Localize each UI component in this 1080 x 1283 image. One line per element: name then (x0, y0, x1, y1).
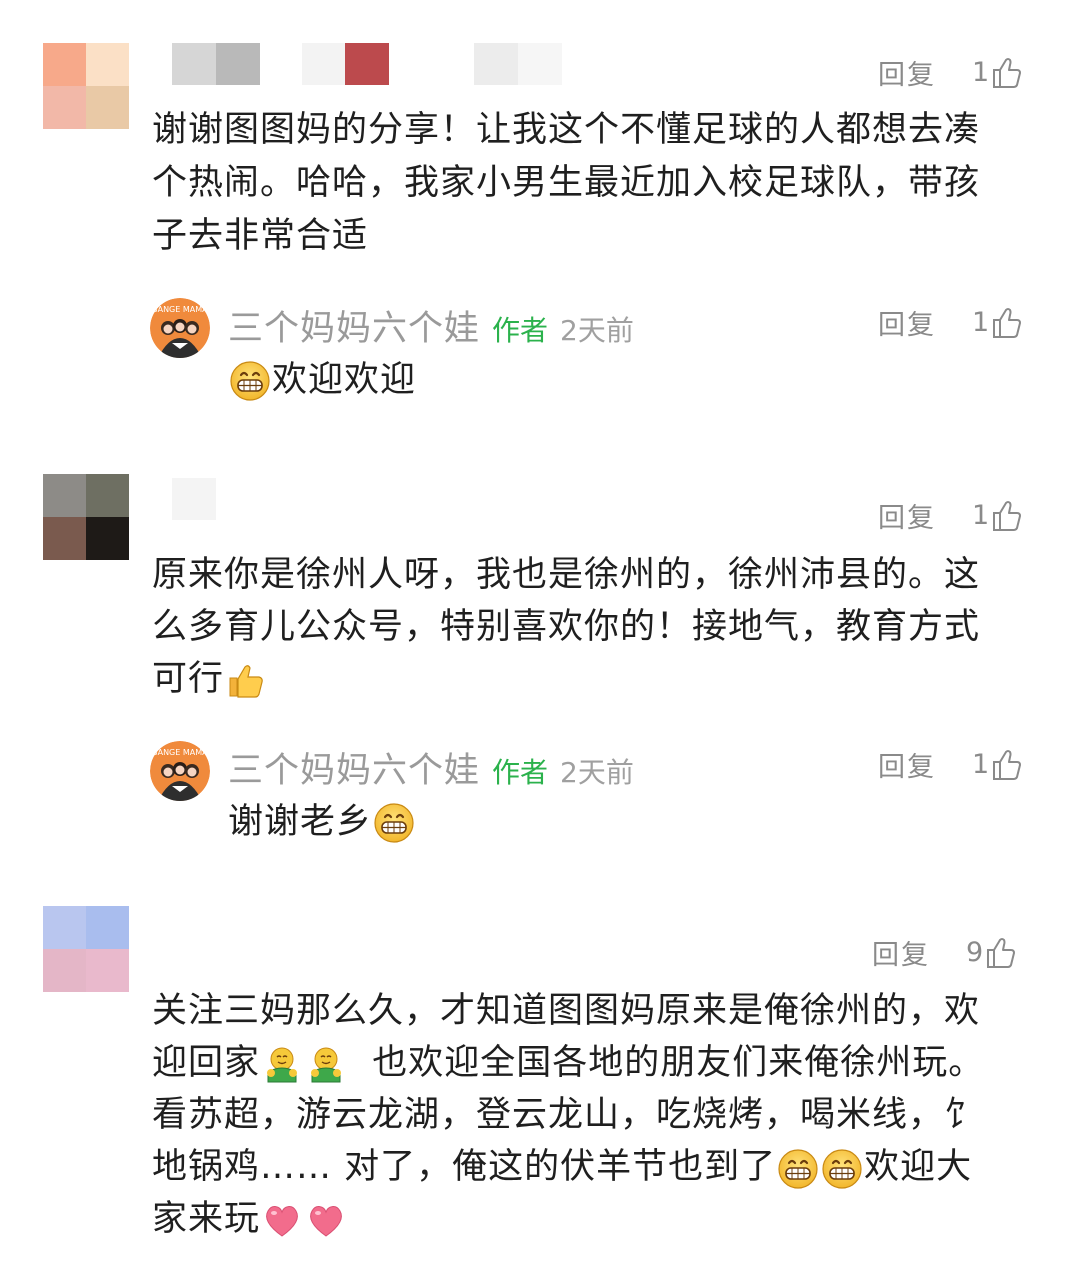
like-count: 1 (972, 500, 990, 531)
text-segment: 可行 (152, 659, 225, 699)
comment-2-text-line-1: 原来你是徐州人呀，我也是徐州的，徐州沛县的。这 (152, 555, 981, 595)
grin-emoji-icon (820, 1146, 864, 1190)
heart-emoji-icon (260, 1198, 304, 1242)
like-thumb-icon[interactable] (991, 56, 1023, 90)
blur-block (172, 43, 216, 85)
author-reply-2-actions: 回复 1 (878, 745, 1023, 784)
avatar-tile (86, 43, 129, 86)
like-thumb-icon[interactable] (991, 748, 1023, 782)
comment-3-text-line-5: 家来玩 (152, 1193, 348, 1246)
avatar-tile (43, 86, 86, 129)
like-thumb-icon[interactable] (991, 499, 1023, 533)
reply-time: 2天前 (560, 314, 634, 347)
avatar-tile (86, 517, 129, 560)
avatar-tile (86, 474, 129, 517)
grin-emoji-icon (776, 1146, 820, 1190)
like-thumb-icon[interactable] (985, 936, 1017, 970)
author-badge: 作者 (492, 756, 549, 789)
comment-2-avatar[interactable] (43, 474, 129, 560)
author-avatar[interactable] (150, 741, 210, 801)
hug-emoji-icon (304, 1042, 348, 1086)
blur-block (345, 43, 389, 85)
heart-emoji-icon (304, 1198, 348, 1242)
blur-block (216, 43, 260, 85)
blur-block (172, 478, 216, 520)
blur-block (518, 43, 562, 85)
reply-time: 2天前 (560, 756, 634, 789)
avatar-tile (86, 949, 129, 992)
blur-block (474, 43, 518, 85)
avatar-tile (43, 43, 86, 86)
author-reply-1-text: 欢迎欢迎 (228, 354, 416, 406)
reply-button[interactable]: 回复 (872, 933, 930, 972)
avatar-tile (43, 906, 86, 949)
comment-3-text-line-4: 地锅鸡…… 对了，俺这的伏羊节也到了 欢迎大 (152, 1141, 972, 1194)
author-name[interactable]: 三个妈妈六个娃 (228, 742, 480, 793)
comment-2-actions: 回复 1 (878, 496, 1023, 535)
avatar-tile (86, 86, 129, 129)
avatar-tile (86, 906, 129, 949)
author-badge: 作者 (492, 314, 549, 347)
comment-1-avatar[interactable] (43, 43, 129, 129)
avatar-tile (43, 474, 86, 517)
comment-1-text-line-1: 谢谢图图妈的分享！让我这个不懂足球的人都想去凑 (152, 110, 981, 150)
reply-button[interactable]: 回复 (878, 53, 936, 92)
grin-emoji-icon (372, 800, 416, 844)
author-avatar[interactable] (150, 298, 210, 358)
comment-3-avatar[interactable] (43, 906, 129, 992)
comment-3-text-line-3: 看苏超，游云龙湖，登云龙山，吃烧烤，喝米线，饣 (152, 1095, 981, 1135)
author-reply-header: 三个妈妈六个娃 作者 2天前 (228, 742, 634, 791)
comment-1-text-line-2: 个热闹。哈哈，我家小男生最近加入校足球队，带孩 (152, 163, 981, 203)
thumbs-up-emoji-icon (224, 658, 268, 702)
reply-text-content: 欢迎欢迎 (272, 360, 417, 400)
text-segment: 家来玩 (152, 1199, 261, 1239)
comment-1-actions: 回复 1 (878, 53, 1023, 92)
like-thumb-icon[interactable] (991, 306, 1023, 340)
like-count: 1 (972, 307, 990, 338)
avatar-tile (43, 517, 86, 560)
comment-3-text-line-1: 关注三妈那么久，才知道图图妈原来是俺徐州的，欢 (152, 991, 981, 1031)
like-count: 9 (966, 937, 984, 968)
comment-3-actions: 回复 9 (872, 933, 1017, 972)
comment-2-username-blurred[interactable] (172, 478, 216, 520)
reply-button[interactable]: 回复 (878, 303, 936, 342)
text-segment: 迎回家 (152, 1043, 261, 1083)
comment-3-text-line-2: 迎回家 也欢迎全国各地的朋友们来俺徐州玩。 (152, 1037, 984, 1090)
author-reply-2-text: 谢谢老乡 (228, 796, 416, 848)
text-segment: 欢迎大 (864, 1147, 973, 1187)
author-reply-1-actions: 回复 1 (878, 303, 1023, 342)
reply-button[interactable]: 回复 (878, 745, 936, 784)
author-name[interactable]: 三个妈妈六个娃 (228, 300, 480, 351)
like-count: 1 (972, 749, 990, 780)
comment-2-text-line-3: 可行 (152, 653, 268, 706)
comment-2-text-line-2: 么多育儿公众号，特别喜欢你的！接地气，教育方式 (152, 607, 981, 647)
text-segment: 也欢迎全国各地的朋友们来俺徐州玩。 (348, 1043, 985, 1083)
reply-text-content: 谢谢老乡 (228, 802, 373, 842)
comment-1-username-blurred[interactable] (172, 43, 562, 85)
grin-emoji-icon (228, 358, 272, 402)
comment-1-text-line-3: 子去非常合适 (152, 216, 369, 256)
like-count: 1 (972, 57, 990, 88)
blur-block (302, 43, 346, 85)
reply-button[interactable]: 回复 (878, 496, 936, 535)
avatar-tile (43, 949, 86, 992)
author-reply-header: 三个妈妈六个娃 作者 2天前 (228, 300, 634, 349)
hug-emoji-icon (260, 1042, 304, 1086)
text-segment: 地锅鸡…… 对了，俺这的伏羊节也到了 (152, 1147, 777, 1187)
